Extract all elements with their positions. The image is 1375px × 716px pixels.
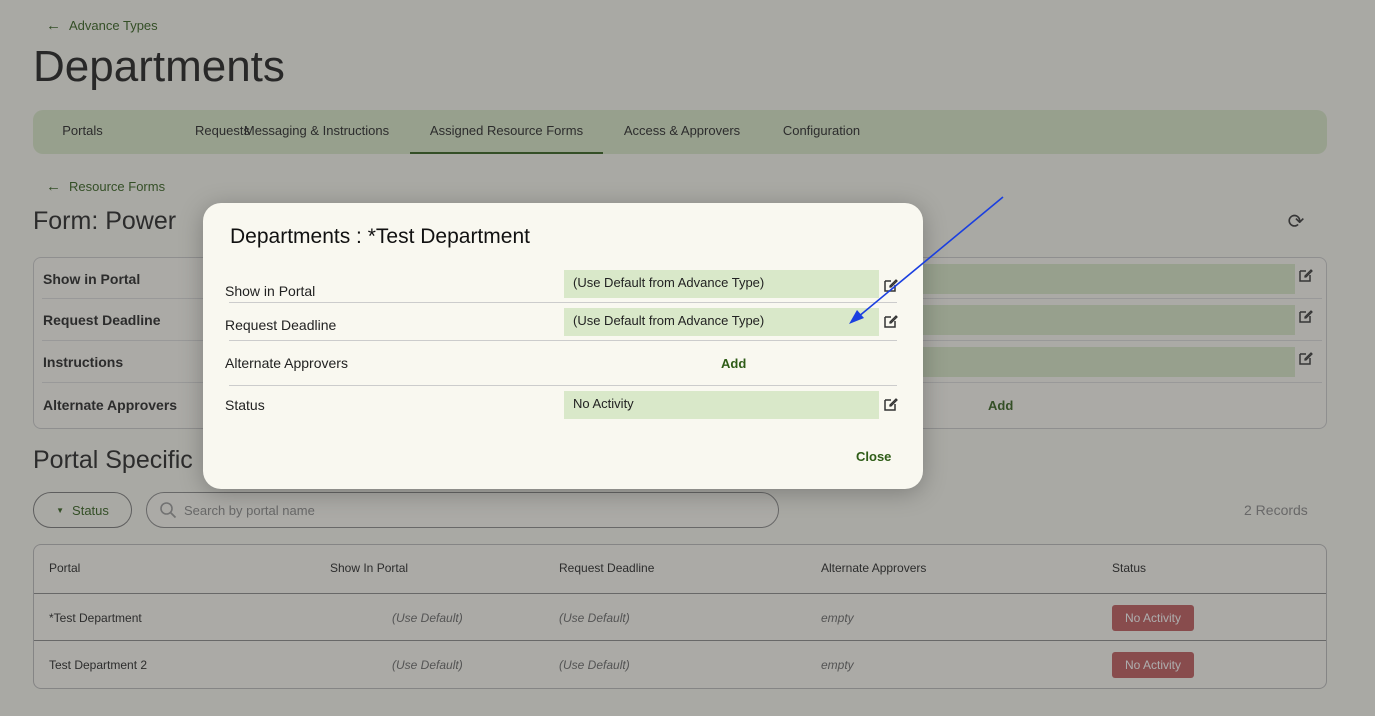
add-approver-button[interactable]: Add [721, 356, 746, 371]
status-field[interactable]: No Activity [564, 391, 879, 419]
dialog-row-label: Show in Portal [225, 283, 316, 299]
edit-icon[interactable] [884, 397, 898, 411]
show-in-portal-field[interactable]: (Use Default from Advance Type) [564, 270, 879, 298]
dialog-row-label: Status [225, 397, 265, 413]
portal-settings-dialog: Departments : *Test Department Show in P… [203, 203, 923, 489]
dialog-row-label: Alternate Approvers [225, 355, 348, 371]
edit-icon[interactable] [884, 314, 898, 328]
edit-icon[interactable] [884, 278, 898, 292]
dialog-title: Departments : *Test Department [230, 225, 530, 248]
divider [229, 340, 897, 341]
divider [229, 385, 897, 386]
dialog-row-label: Request Deadline [225, 317, 337, 333]
request-deadline-field[interactable]: (Use Default from Advance Type) [564, 308, 879, 336]
close-button[interactable]: Close [856, 449, 891, 464]
divider [229, 302, 897, 303]
